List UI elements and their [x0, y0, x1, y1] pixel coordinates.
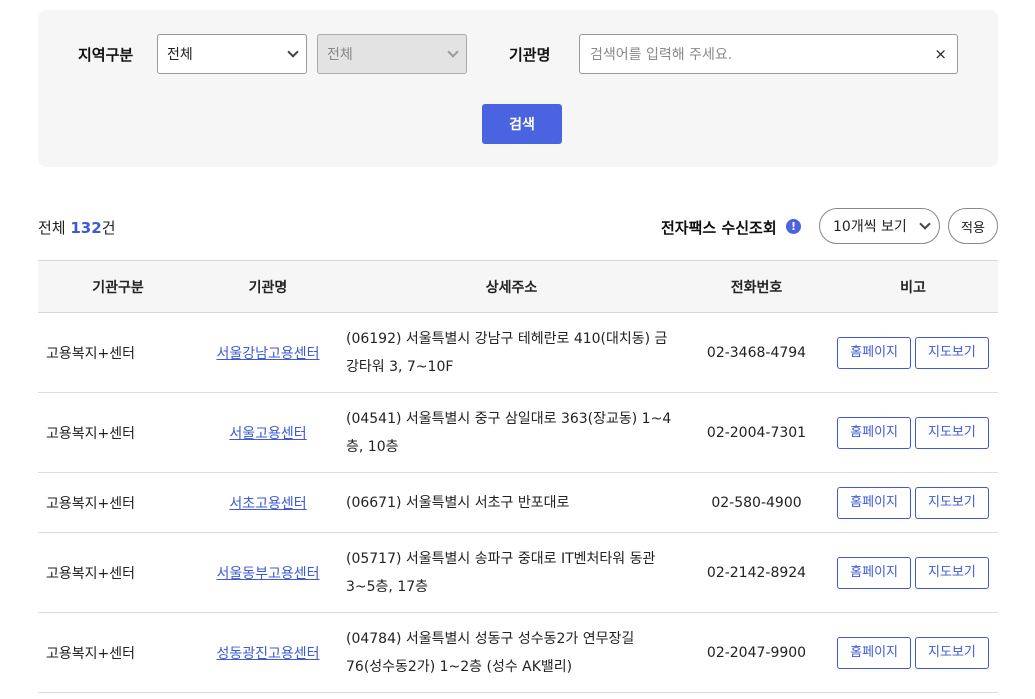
org-search-input[interactable]: 검색어를 입력해 주세요. ×	[579, 34, 958, 74]
homepage-button[interactable]: 홈페이지	[837, 636, 911, 669]
table-row: 고용복지+센터 성동광진고용센터 (04784) 서울특별시 성동구 성수동2가…	[38, 612, 998, 693]
cell-address: (06192) 서울특별시 강남구 테헤란로 410(대치동) 금강타워 3, …	[338, 312, 685, 393]
chevron-down-icon	[919, 218, 931, 230]
result-count-prefix: 전체	[38, 219, 71, 237]
cell-address: (05717) 서울특별시 송파구 중대로 IT벤처타워 동관 3~5층, 17…	[338, 532, 685, 613]
subregion-select-value: 전체	[327, 47, 353, 63]
table-header-row: 기관구분 기관명 상세주소 전화번호 비고	[38, 260, 998, 313]
cell-phone: 02-3468-4794	[685, 312, 828, 393]
map-button[interactable]: 지도보기	[915, 486, 989, 519]
map-button[interactable]: 지도보기	[915, 336, 989, 369]
cell-address: (04784) 서울특별시 성동구 성수동2가 연무장길 76(성수동2가) 1…	[338, 612, 685, 693]
subregion-select: 전체	[317, 34, 467, 74]
cell-type: 고용복지+센터	[38, 472, 198, 533]
cell-phone: 02-2142-8924	[685, 532, 828, 613]
header-name: 기관명	[198, 260, 338, 313]
results-table: 기관구분 기관명 상세주소 전화번호 비고 고용복지+센터 서울강남고용센터 (…	[38, 260, 998, 693]
info-icon[interactable]: !	[786, 219, 801, 234]
cell-type: 고용복지+센터	[38, 532, 198, 613]
cell-address: (04541) 서울특별시 중구 삼일대로 363(장교동) 1~4층, 10층	[338, 392, 685, 473]
org-search-placeholder: 검색어를 입력해 주세요.	[590, 47, 733, 63]
table-row: 고용복지+센터 서울동부고용센터 (05717) 서울특별시 송파구 중대로 I…	[38, 532, 998, 613]
chevron-down-icon	[447, 46, 459, 58]
org-link[interactable]: 서울강남고용센터	[216, 346, 319, 362]
region-select[interactable]: 전체	[157, 34, 307, 74]
org-link[interactable]: 서울고용센터	[229, 426, 306, 442]
map-button[interactable]: 지도보기	[915, 556, 989, 589]
homepage-button[interactable]: 홈페이지	[837, 336, 911, 369]
cell-type: 고용복지+센터	[38, 312, 198, 393]
apply-button[interactable]: 적용	[948, 208, 998, 244]
org-link[interactable]: 성동광진고용센터	[216, 646, 319, 662]
cell-phone: 02-2004-7301	[685, 392, 828, 473]
region-label: 지역구분	[78, 46, 134, 64]
map-button[interactable]: 지도보기	[915, 416, 989, 449]
clear-icon[interactable]: ×	[934, 45, 947, 63]
per-page-value: 10개씩 보기	[833, 219, 907, 235]
map-button[interactable]: 지도보기	[915, 636, 989, 669]
result-count: 전체 132건	[38, 217, 116, 238]
per-page-select[interactable]: 10개씩 보기	[819, 208, 940, 244]
org-link[interactable]: 서초고용센터	[229, 496, 306, 512]
search-panel: 지역구분 전체 전체 기관명 검색어를 입력해 주세요. × 검색	[38, 10, 998, 167]
homepage-button[interactable]: 홈페이지	[837, 416, 911, 449]
cell-phone: 02-2047-9900	[685, 612, 828, 693]
homepage-button[interactable]: 홈페이지	[837, 486, 911, 519]
cell-phone: 02-580-4900	[685, 472, 828, 533]
result-count-suffix: 건	[101, 219, 116, 237]
chevron-down-icon	[287, 46, 299, 58]
homepage-button[interactable]: 홈페이지	[837, 556, 911, 589]
cell-address: (06671) 서울특별시 서초구 반포대로	[338, 472, 685, 533]
table-row: 고용복지+센터 서울고용센터 (04541) 서울특별시 중구 삼일대로 363…	[38, 392, 998, 473]
org-link[interactable]: 서울동부고용센터	[216, 566, 319, 582]
header-note: 비고	[828, 260, 998, 313]
cell-type: 고용복지+센터	[38, 612, 198, 693]
header-type: 기관구분	[38, 260, 198, 313]
result-count-number: 132	[70, 219, 102, 237]
header-address: 상세주소	[338, 260, 685, 313]
org-label: 기관명	[509, 46, 551, 64]
table-row: 고용복지+센터 서초고용센터 (06671) 서울특별시 서초구 반포대로 02…	[38, 472, 998, 533]
table-row: 고용복지+센터 서울강남고용센터 (06192) 서울특별시 강남구 테헤란로 …	[38, 312, 998, 393]
region-select-value: 전체	[167, 47, 193, 63]
search-button[interactable]: 검색	[482, 104, 562, 144]
cell-type: 고용복지+센터	[38, 392, 198, 473]
header-phone: 전화번호	[685, 260, 828, 313]
efax-lookup-label[interactable]: 전자팩스 수신조회	[661, 217, 777, 238]
